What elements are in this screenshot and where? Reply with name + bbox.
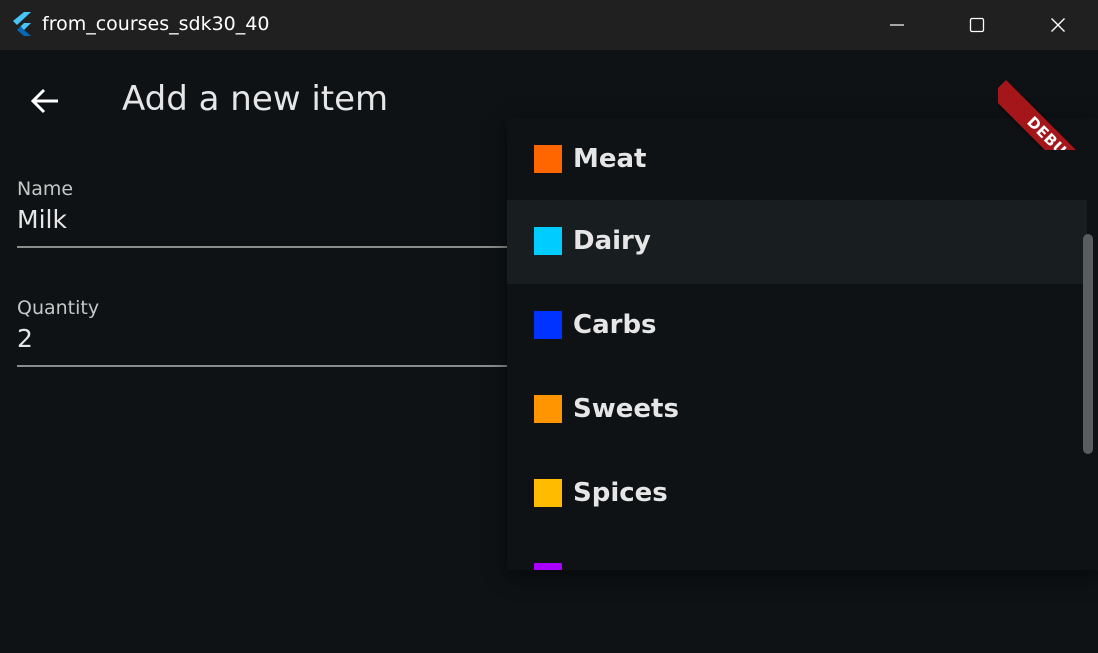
color-swatch [534, 311, 562, 339]
dropdown-scrollbar[interactable] [1083, 234, 1093, 454]
app-window: from_courses_sdk30_40 Add a new item Nam… [0, 0, 1098, 653]
name-field-label: Name [17, 178, 74, 200]
quantity-field-label: Quantity [17, 297, 100, 319]
dropdown-item-label: Dairy [573, 226, 651, 256]
close-button[interactable] [1018, 0, 1098, 50]
dropdown-item-label: Meat [573, 144, 647, 174]
dropdown-item-carbs[interactable]: Carbs [507, 284, 1087, 368]
minimize-icon [890, 24, 904, 26]
name-input[interactable]: Milk [17, 202, 507, 248]
dropdown-item-label: Carbs [573, 310, 657, 340]
color-swatch [534, 227, 562, 255]
page-title: Add a new item [122, 79, 389, 119]
dropdown-item-meat[interactable]: Meat [507, 118, 1087, 202]
color-swatch [534, 395, 562, 423]
window-title: from_courses_sdk30_40 [42, 13, 270, 35]
close-icon [1051, 18, 1065, 32]
arrow-left-icon [30, 88, 58, 114]
quantity-field[interactable]: Quantity 2 [17, 295, 507, 367]
dropdown-item-sweets[interactable]: Sweets [507, 368, 1087, 452]
back-button[interactable] [22, 78, 68, 124]
color-swatch [534, 563, 562, 570]
flutter-logo-icon [13, 12, 31, 36]
color-swatch [534, 145, 562, 173]
dropdown-item-partial[interactable] [507, 536, 1087, 570]
dropdown-item-spices[interactable]: Spices [507, 452, 1087, 536]
category-dropdown-menu[interactable]: Meat Dairy Carbs Sweets Spices [507, 118, 1098, 570]
maximize-button[interactable] [937, 0, 1017, 50]
window-titlebar[interactable]: from_courses_sdk30_40 [0, 0, 1098, 50]
maximize-icon [969, 17, 985, 33]
minimize-button[interactable] [857, 0, 937, 50]
quantity-input[interactable]: 2 [17, 321, 507, 367]
dropdown-item-label: Spices [573, 478, 668, 508]
name-field[interactable]: Name Milk [17, 176, 507, 248]
dropdown-item-dairy[interactable]: Dairy [507, 200, 1087, 284]
dropdown-item-label: Sweets [573, 394, 679, 424]
color-swatch [534, 479, 562, 507]
